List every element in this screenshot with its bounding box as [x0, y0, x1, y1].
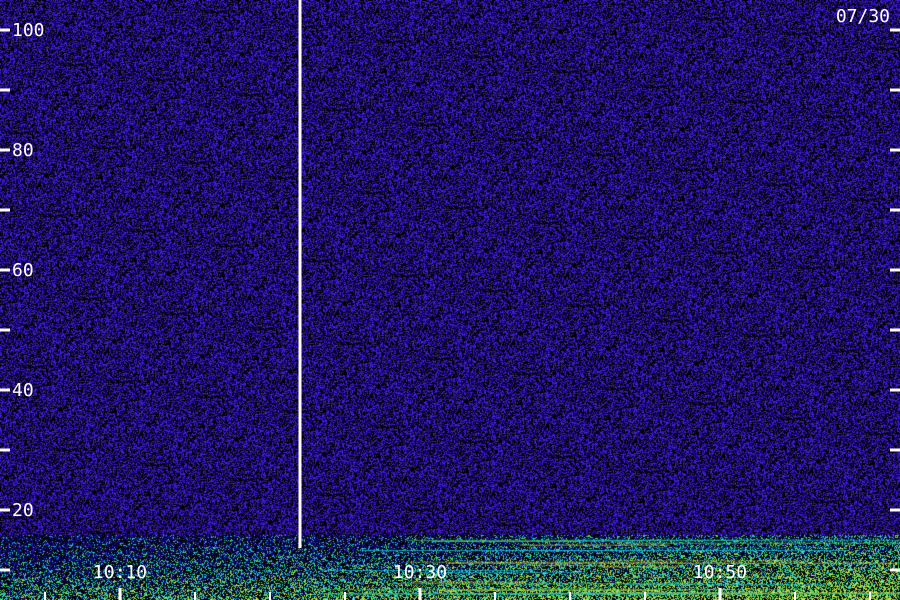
y-tick-label: 100 [12, 20, 45, 41]
x-tick-label: 10:10 [93, 562, 147, 583]
spectrogram: 100 80 60 40 20 10:10 10:30 10:50 07/30 [0, 0, 900, 600]
y-tick-label: 60 [12, 260, 34, 281]
y-axis-ticks: 100 80 60 40 20 [0, 20, 900, 572]
date-label: 07/30 [836, 6, 890, 27]
y-tick-label: 40 [12, 380, 34, 401]
x-tick-label: 10:50 [693, 562, 747, 583]
spectrogram-overlay: 100 80 60 40 20 10:10 10:30 10:50 07/30 [0, 0, 900, 600]
x-axis-ticks: 10:10 10:30 10:50 [44, 562, 871, 600]
x-tick-label: 10:30 [393, 562, 447, 583]
y-tick-label: 20 [12, 500, 34, 521]
y-tick-label: 80 [12, 140, 34, 161]
